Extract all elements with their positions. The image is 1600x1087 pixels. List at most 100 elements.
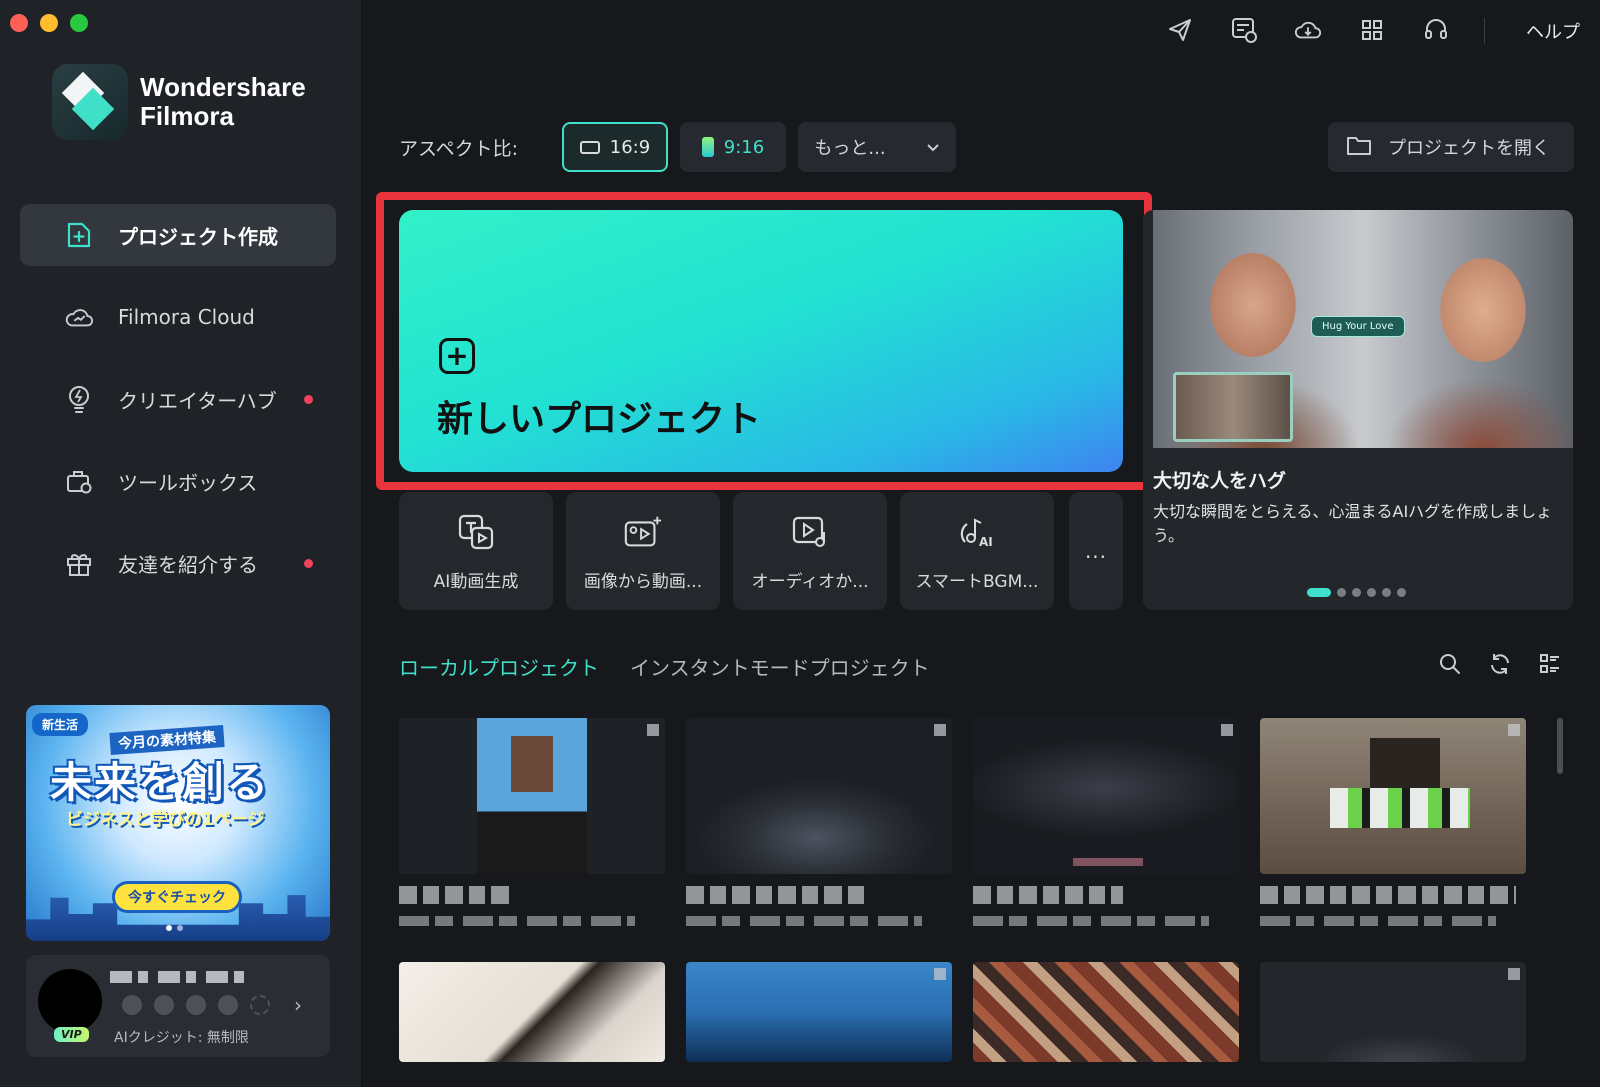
carousel-dot[interactable] [1367,588,1376,597]
sidebar-item-label: クリエイターハブ [118,388,277,413]
user-badges [122,995,270,1015]
bulb-icon [64,384,94,414]
promo-cta-button[interactable]: 今すぐチェック [112,881,242,913]
promo-banner[interactable]: 新生活 今月の素材特集 未来を創る ビジネスと学びの1ページ 今すぐチェック [26,705,330,941]
aspect-option-label: 16:9 [609,136,651,158]
project-card[interactable] [686,718,952,926]
project-list-scrollbar[interactable] [1557,718,1563,774]
sidebar-item-label: Filmora Cloud [118,305,255,329]
plus-icon: + [439,338,475,374]
user-name-redacted [110,971,252,983]
sidebar-item-refer-friend[interactable]: 友達を紹介する [20,532,336,594]
new-project-button[interactable]: + 新しいプロジェクト [399,210,1123,472]
project-meta-redacted [1260,916,1496,926]
image-to-video-icon [622,511,664,553]
avatar[interactable] [38,969,102,1033]
window-controls [10,14,88,32]
tasks-icon[interactable] [1230,16,1258,44]
user-card[interactable]: VIP AIクレジット: 無制限 › [26,955,330,1057]
landscape-ratio-icon [579,140,600,154]
brand: Wondershare Filmora [52,64,306,140]
project-list-tools [1436,650,1564,678]
carousel-dot[interactable] [1352,588,1361,597]
project-name-redacted [973,886,1123,904]
carousel-dot[interactable] [1382,588,1391,597]
project-card[interactable] [686,962,952,1062]
tool-label: スマートBGM... [915,571,1039,592]
aspect-9-16-button[interactable]: 9:16 [680,122,786,172]
close-window-button[interactable] [10,14,28,32]
aspect-ratio-label: アスペクト比: [399,138,519,160]
sidebar-item-create-project[interactable]: プロジェクト作成 [20,204,336,266]
sidebar-item-creator-hub[interactable]: クリエイターハブ [20,368,336,430]
carousel-dot[interactable] [1307,588,1331,597]
more-tools-label: ... [1084,539,1108,563]
chevron-right-icon[interactable]: › [294,993,302,1017]
zoom-window-button[interactable] [70,14,88,32]
refresh-icon[interactable] [1486,650,1514,678]
search-icon[interactable] [1436,650,1464,678]
send-icon[interactable] [1166,16,1194,44]
help-menu[interactable]: ヘルプ [1526,18,1580,44]
ai-credit-text: AIクレジット: 無制限 [114,1030,249,1046]
apps-grid-icon[interactable] [1358,16,1386,44]
project-thumbnail [973,962,1239,1062]
tool-label: AI動画生成 [433,571,519,592]
notification-dot [304,395,313,404]
carousel-dot[interactable] [1397,588,1406,597]
aspect-16-9-button[interactable]: 16:9 [562,122,668,172]
more-tools-button[interactable]: ... [1069,492,1123,610]
sidebar: Wondershare Filmora プロジェクト作成 Filmora Clo… [0,0,362,1087]
feature-carousel[interactable]: Hug Your Love 大切な人をハグ 大切な瞬間をとらえる、心温まるAIハ… [1143,210,1573,610]
project-card[interactable] [1260,962,1526,1062]
project-thumbnail [686,962,952,1062]
svg-text:AI: AI [979,535,993,549]
brand-line1: Wondershare [140,72,306,102]
ai-text-video-icon [455,511,497,553]
sidebar-item-filmora-cloud[interactable]: Filmora Cloud [20,286,336,348]
brand-line2: Filmora [140,101,234,131]
tab-instant-mode-projects[interactable]: インスタントモードプロジェクト [630,652,930,681]
promo-headline: 未来を創る [50,758,271,807]
open-project-label: プロジェクトを開く [1388,138,1550,159]
project-card[interactable] [399,962,665,1062]
project-card[interactable] [973,718,1239,926]
cloud-download-icon[interactable] [1294,16,1322,44]
tool-audio-to-video[interactable]: オーディオか... [733,492,887,610]
promo-pagination [166,925,183,931]
tool-image-to-video[interactable]: 画像から動画... [566,492,720,610]
headset-icon[interactable] [1422,16,1450,44]
carousel-pagination[interactable] [1307,588,1406,597]
cloud-icon [64,302,94,332]
tab-local-projects[interactable]: ローカルプロジェクト [399,652,599,681]
feature-description: 大切な瞬間をとらえる、心温まるAIハグを作成しましょう。 [1153,502,1553,545]
feature-inset-photo [1173,372,1293,442]
project-card[interactable] [399,718,665,926]
filmora-logo-icon [52,64,128,140]
project-meta-redacted [686,916,922,926]
sidebar-item-toolbox[interactable]: ツールボックス [20,450,336,512]
aspect-more-dropdown[interactable]: もっと... [798,122,956,172]
promo-tagline: ビジネスと学びの1ページ [66,810,265,830]
tool-smart-bgm[interactable]: AI スマートBGM... [900,492,1054,610]
new-project-label: 新しいプロジェクト [437,399,762,440]
tool-label: オーディオか... [751,571,869,592]
carousel-dot[interactable] [1337,588,1346,597]
tool-label: 画像から動画... [583,571,703,592]
project-name-redacted [1260,886,1516,904]
ai-music-icon: AI [956,511,998,553]
gift-icon [64,548,94,578]
feature-title: 大切な人をハグ [1153,470,1287,492]
list-view-icon[interactable] [1536,650,1564,678]
open-project-button[interactable]: プロジェクトを開く [1328,122,1574,172]
sidebar-item-label: ツールボックス [118,470,258,495]
sidebar-item-label: プロジェクト作成 [118,224,278,249]
minimize-window-button[interactable] [40,14,58,32]
project-card[interactable] [1260,718,1526,926]
project-card[interactable] [973,962,1239,1062]
project-thumbnail [686,718,952,874]
aspect-more-label: もっと... [814,138,886,159]
vip-badge: VIP [54,1027,89,1042]
project-thumbnail [399,718,665,874]
tool-ai-video-generation[interactable]: AI動画生成 [399,492,553,610]
